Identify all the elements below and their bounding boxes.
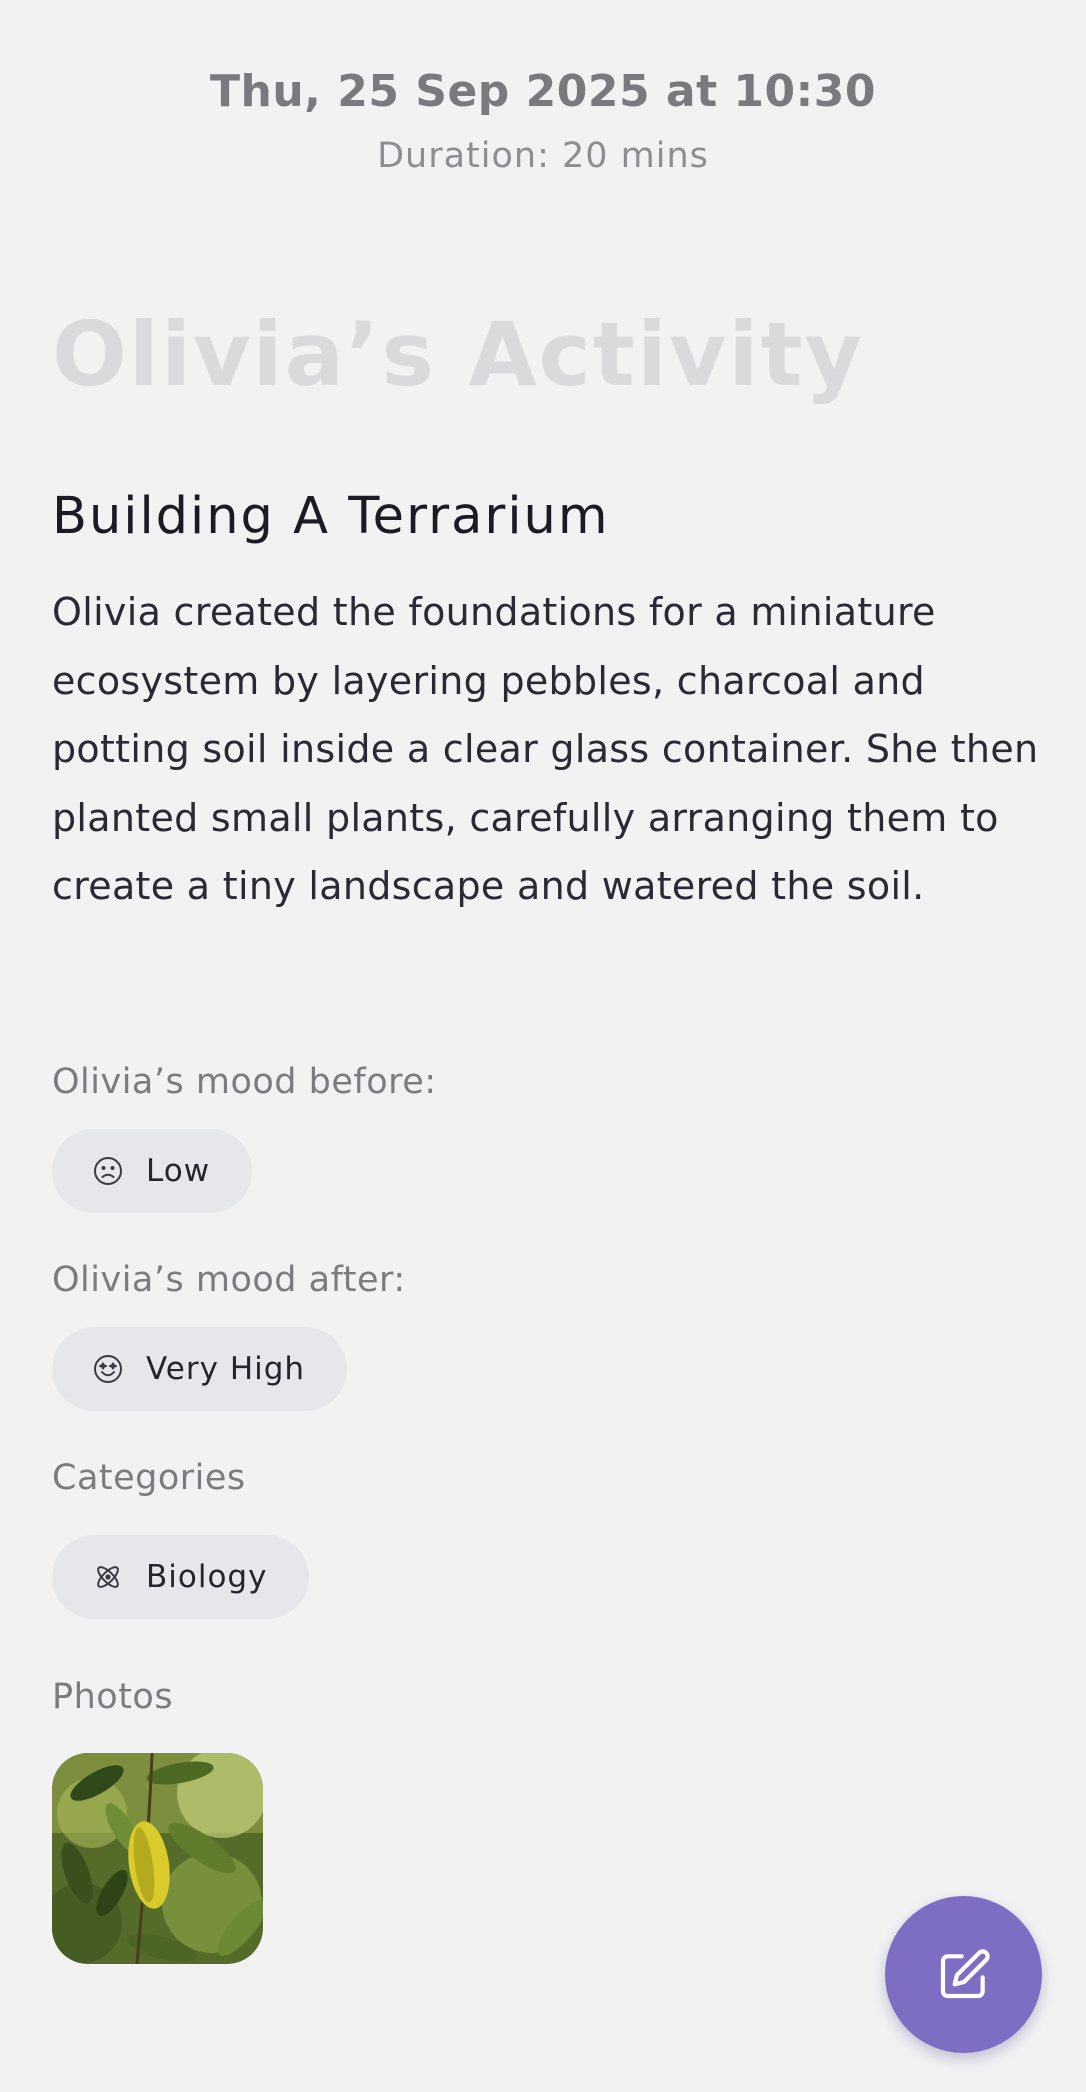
mood-after-label: Olivia’s mood after: [52, 1260, 406, 1300]
edit-button[interactable] [885, 1896, 1042, 2053]
mood-before-value: Low [146, 1153, 211, 1189]
mood-after-value: Very High [146, 1351, 306, 1387]
mood-after-chip: Very High [52, 1327, 348, 1411]
category-label: Biology [146, 1559, 268, 1595]
category-chip-biology[interactable]: Biology [52, 1535, 310, 1619]
frown-face-icon [92, 1155, 124, 1187]
activity-duration: Duration: 20 mins [377, 136, 709, 176]
categories-label: Categories [52, 1458, 246, 1498]
photo-thumbnail[interactable] [52, 1753, 263, 1964]
star-eyes-face-icon [92, 1353, 124, 1385]
page-title: Olivia’s Activity [52, 303, 864, 406]
photos-label: Photos [52, 1677, 174, 1717]
activity-header: Thu, 25 Sep 2025 at 10:30 Duration: 20 m… [0, 62, 1086, 180]
edit-icon [940, 1948, 990, 1998]
mood-before-label: Olivia’s mood before: [52, 1062, 437, 1102]
activity-datetime: Thu, 25 Sep 2025 at 10:30 [210, 66, 876, 117]
mood-before-chip: Low [52, 1129, 253, 1213]
activity-description: Olivia created the foundations for a min… [52, 590, 1039, 908]
activity-title: Building A Terrarium [52, 487, 610, 546]
atom-icon [92, 1561, 124, 1593]
